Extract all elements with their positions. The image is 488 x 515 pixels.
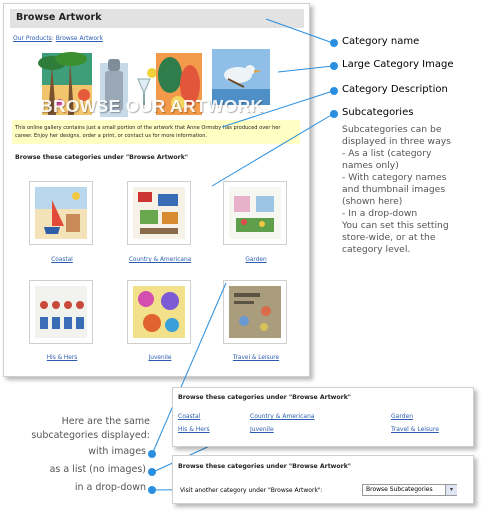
note-dot-dropdown [148, 486, 156, 494]
subcategory-select[interactable]: Browse Subcategories [362, 484, 457, 496]
note-dot-as-list [148, 468, 156, 476]
list-link-country[interactable]: Country & Americana [250, 413, 315, 420]
subcategories-explanation: Subcategories can be displayed in three … [342, 124, 482, 256]
list-link-garden[interactable]: Garden [391, 413, 413, 420]
sub-desc-line: and thumbnail images [342, 184, 446, 195]
note-dot-with-images [148, 450, 156, 458]
callout-dot-category-name [330, 39, 338, 47]
list-link-coastal[interactable]: Coastal [178, 413, 200, 420]
sub-desc-line: You can set this setting [342, 220, 449, 231]
leader-category-name [265, 18, 334, 44]
note-line-2: subcategories displayed: [31, 430, 150, 441]
note-with-images: with images [88, 446, 146, 457]
sub-desc-line: displayed in three ways [342, 136, 451, 147]
callout-category-name: Category name [342, 36, 420, 47]
chevron-down-icon[interactable]: ▾ [445, 485, 457, 495]
dropdown-panel-heading: Browse these categories under "Browse Ar… [178, 463, 352, 470]
sub-desc-line: store-wide, or at the [342, 232, 436, 243]
list-link-juvenile[interactable]: Juvenile [250, 426, 274, 433]
callout-large-image: Large Category Image [342, 59, 454, 70]
note-dropdown: in a drop-down [74, 482, 146, 493]
note-as-list: as a list (no images) [49, 464, 146, 475]
list-link-travel[interactable]: Travel & Leisure [391, 426, 439, 433]
list-link-his-hers[interactable]: His & Hers [178, 426, 210, 433]
sub-desc-line: category level. [342, 244, 411, 255]
sub-desc-line: (shown here) [342, 196, 403, 207]
callout-dot-description [330, 87, 338, 95]
sub-desc-line: - With category names [342, 172, 447, 183]
callout-category-description: Category Description [342, 84, 448, 95]
sub-desc-line: Subcategories can be [342, 124, 442, 135]
leader-large-image [277, 65, 334, 73]
callout-subcategories: Subcategories [342, 107, 414, 118]
dropdown-prompt: Visit another category under "Browse Art… [180, 487, 323, 494]
callout-dot-large-image [330, 62, 338, 70]
sub-desc-line: names only) [342, 160, 399, 171]
sub-desc-line: - As a list (category [342, 148, 432, 159]
callout-dot-subcategories [330, 110, 338, 118]
list-panel-heading: Browse these categories under "Browse Ar… [178, 394, 352, 401]
sub-desc-line: - In a drop-down [342, 208, 418, 219]
note-line-1: Here are the same [61, 416, 150, 427]
leader-description [221, 90, 334, 128]
